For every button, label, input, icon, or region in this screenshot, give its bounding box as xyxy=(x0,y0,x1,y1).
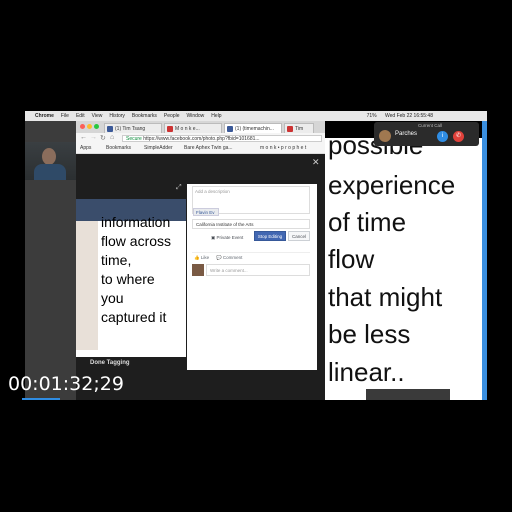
tag-bar: Done Tagging xyxy=(76,357,186,369)
menu-help[interactable]: Help xyxy=(211,113,221,119)
bookmark-aphex[interactable]: Bare Aphex Twin ga... xyxy=(184,145,233,151)
right-edge-strip xyxy=(482,121,487,400)
tab-label: (1) Tim Tsang xyxy=(115,126,146,132)
bookmark-apps[interactable]: Apps xyxy=(80,145,91,151)
close-icon[interactable]: ✕ xyxy=(312,157,320,168)
bookmark-bookmarks[interactable]: Bookmarks xyxy=(106,145,131,151)
accept-call-button[interactable]: i xyxy=(437,131,448,142)
bookmark-monk[interactable]: m o n k • p r o p h e t xyxy=(260,145,306,151)
location-field[interactable]: California Institute of the Arts xyxy=(192,219,310,229)
bookmarks-bar: Apps Bookmarks SimpleAdder Bare Aphex Tw… xyxy=(76,144,325,154)
tab-monk[interactable]: M o n k e... xyxy=(164,123,222,133)
bookmark-simpleadder[interactable]: SimpleAdder xyxy=(144,145,173,151)
photo-text-line: information xyxy=(101,214,171,230)
comment-input[interactable]: Write a comment... xyxy=(206,264,310,276)
menu-edit[interactable]: Edit xyxy=(76,113,85,119)
tab-label: (1) (timemachin... xyxy=(235,126,274,132)
mac-menubar: Chrome File Edit View History Bookmarks … xyxy=(25,111,487,121)
menu-file[interactable]: File xyxy=(61,113,69,119)
menu-app-name[interactable]: Chrome xyxy=(35,113,54,119)
slide-panel: possible experience of time flow that mi… xyxy=(325,138,482,400)
call-title: Current Call xyxy=(418,123,443,128)
tab-tim-tsang[interactable]: (1) Tim Tsang xyxy=(104,123,162,133)
photo-text-line: flow across xyxy=(101,233,172,249)
private-event-label[interactable]: ▣ Private Event xyxy=(211,235,243,241)
fullscreen-icon[interactable]: ⤢ xyxy=(176,184,182,192)
slide-line: experience xyxy=(328,170,456,200)
facebook-icon xyxy=(227,126,233,132)
person-body xyxy=(34,164,66,180)
slide-line: that might xyxy=(328,282,443,312)
action-row: 👍 Like 💬 Comment xyxy=(192,252,310,261)
end-call-button[interactable]: ✆ xyxy=(453,131,464,142)
comment-label: Comment xyxy=(222,255,243,260)
photo-text-line: to where xyxy=(101,271,155,287)
photo-screen-left xyxy=(76,221,98,350)
private-event-text: Private Event xyxy=(216,235,244,240)
facebook-icon xyxy=(107,126,113,132)
tab-timemachine[interactable]: (1) (timemachin... xyxy=(224,123,282,133)
done-tagging-button[interactable]: Done Tagging xyxy=(90,360,130,366)
menu-people[interactable]: People xyxy=(164,113,180,119)
photo-text-line: you xyxy=(101,290,124,306)
gmail-icon xyxy=(167,126,173,132)
menu-bookmarks[interactable]: Bookmarks xyxy=(132,113,157,119)
tag-chip[interactable]: Flavin Ev × xyxy=(193,208,219,223)
caller-avatar xyxy=(379,130,391,142)
caller-name: Parches xyxy=(395,131,418,137)
clock: Wed Feb 22 16:55:48 xyxy=(385,113,433,119)
comment-placeholder: Write a comment... xyxy=(210,268,248,273)
secure-label: Secure xyxy=(126,136,142,142)
back-icon[interactable]: ← xyxy=(80,134,87,141)
close-window-icon[interactable] xyxy=(80,124,85,129)
url-field[interactable]: Secure https://www.facebook.com/photo.ph… xyxy=(122,135,322,142)
tab-strip: (1) Tim Tsang M o n k e... (1) (timemach… xyxy=(76,121,325,133)
minimize-window-icon[interactable] xyxy=(87,124,92,129)
reload-icon[interactable]: ↻ xyxy=(100,134,106,142)
like-label: Like xyxy=(200,255,210,260)
menubar-datetime[interactable]: 71% Wed Feb 22 16:55:48 xyxy=(367,113,440,119)
photo-text-line: captured it xyxy=(101,309,167,325)
tab-label: M o n k e... xyxy=(175,126,200,132)
slide-footer-bar xyxy=(366,389,450,400)
slide-line: be less xyxy=(328,319,411,349)
battery-level: 71% xyxy=(366,113,377,119)
comment-button[interactable]: 💬 Comment xyxy=(216,255,242,261)
url-text: https://www.facebook.com/photo.php?fbid=… xyxy=(143,136,260,142)
like-button[interactable]: 👍 Like xyxy=(194,255,209,261)
avatar xyxy=(192,264,204,276)
cancel-button[interactable]: Cancel xyxy=(288,231,310,241)
slide-line: of time xyxy=(328,207,407,237)
slide-line: flow xyxy=(328,244,375,274)
photo-text-line: time, xyxy=(101,252,132,268)
tab-tim[interactable]: Tim xyxy=(284,123,314,133)
forward-icon[interactable]: → xyxy=(90,134,97,141)
person-head xyxy=(42,148,56,165)
maximize-window-icon[interactable] xyxy=(94,124,99,129)
description-placeholder: Add a description xyxy=(195,189,230,194)
menu-view[interactable]: View xyxy=(92,113,103,119)
gmail-icon xyxy=(287,126,293,132)
home-icon[interactable]: ⌂ xyxy=(110,134,114,141)
stop-editing-button[interactable]: Stop Editing xyxy=(254,231,286,241)
timecode-progress xyxy=(22,398,60,400)
tab-label: Tim xyxy=(295,126,304,132)
video-timecode: 00:01:32;29 xyxy=(8,373,124,395)
call-notification: Current Call Parches i ✆ xyxy=(374,122,479,146)
menu-window[interactable]: Window xyxy=(187,113,205,119)
slide-line: linear.. xyxy=(328,357,405,387)
menu-history[interactable]: History xyxy=(109,113,125,119)
webcam-video xyxy=(25,142,76,180)
comment-composer: Write a comment... xyxy=(192,264,310,276)
